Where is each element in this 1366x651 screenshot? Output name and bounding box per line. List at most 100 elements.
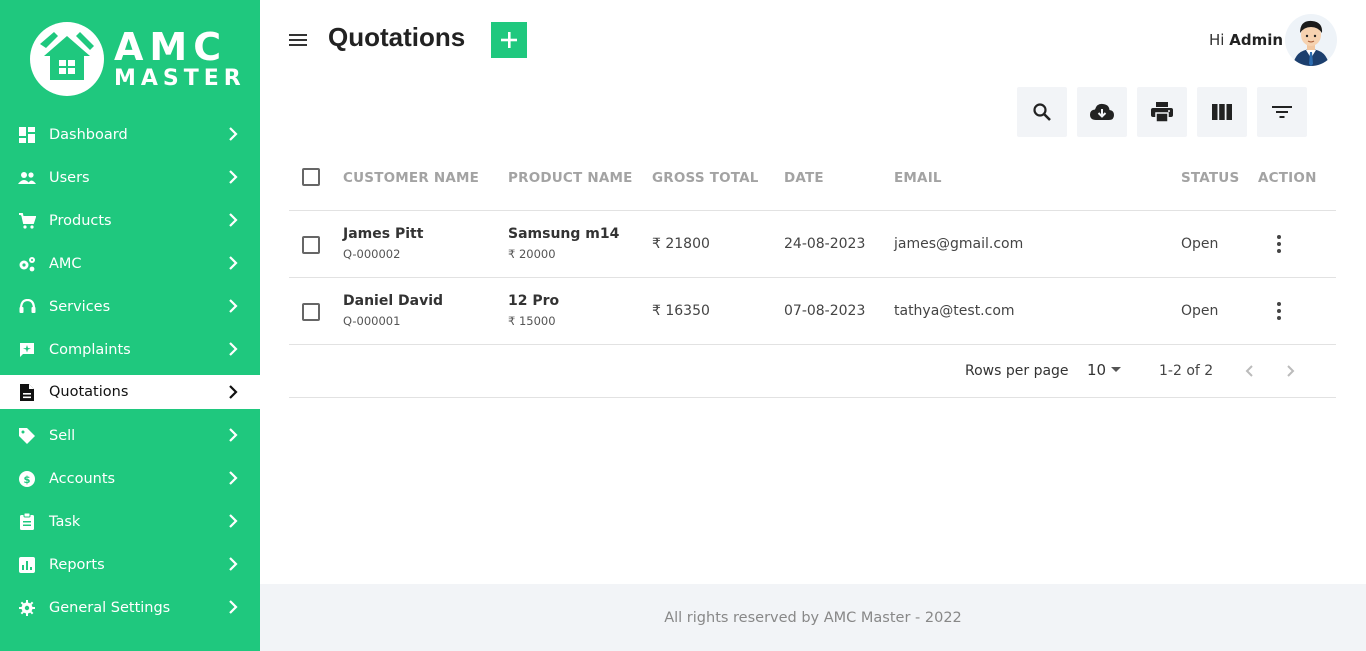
rows-per-page-select[interactable]: 10: [1087, 359, 1123, 383]
sidebar-item-users[interactable]: Users: [0, 156, 260, 199]
brand-line1: AMC: [114, 25, 228, 69]
status-text: Open: [1181, 303, 1219, 319]
sidebar-item-sell[interactable]: Sell: [0, 414, 260, 457]
column-header-date[interactable]: DATE: [784, 170, 824, 186]
gross-total: ₹ 21800: [652, 236, 710, 252]
product-name: Samsung m14: [508, 226, 620, 242]
product-price: ₹ 15000: [508, 314, 556, 328]
chevron-right-icon: [229, 514, 238, 528]
next-page-icon[interactable]: [1280, 361, 1300, 381]
customer-email: james@gmail.com: [894, 236, 1024, 252]
product-name: 12 Pro: [508, 293, 560, 309]
table-pagination: Rows per page 10 1-2 of 2: [289, 345, 1336, 398]
user-greeting: Hi Admin: [1209, 31, 1283, 49]
table-row[interactable]: James Pitt Q-000002 Samsung m14 ₹ 20000 …: [289, 211, 1336, 278]
gear-icon: [18, 599, 36, 617]
download-button[interactable]: [1077, 87, 1127, 137]
column-header-action: ACTION: [1258, 170, 1317, 186]
sidebar-item-label: Products: [49, 212, 112, 229]
sidebar-item-dashboard[interactable]: Dashboard: [0, 113, 260, 156]
sidebar-item-complaints[interactable]: Complaints: [0, 328, 260, 371]
chevron-right-icon: [229, 557, 238, 571]
sidebar-item-task[interactable]: Task: [0, 500, 260, 543]
quotation-id: Q-000002: [343, 247, 401, 261]
feedback-icon: [18, 341, 36, 359]
filter-button[interactable]: [1257, 87, 1307, 137]
chevron-right-icon: [229, 299, 238, 313]
sidebar-item-label: Sell: [49, 427, 76, 444]
download-icon: [1090, 103, 1114, 120]
chevron-right-icon: [229, 385, 238, 399]
users-icon: [18, 169, 36, 187]
sidebar-item-label: Services: [49, 298, 111, 315]
clipboard-icon: [18, 513, 36, 531]
column-header-product-name[interactable]: PRODUCT NAME: [508, 170, 633, 186]
chevron-right-icon: [229, 127, 238, 141]
tag-icon: [18, 427, 36, 445]
row-checkbox[interactable]: [302, 303, 320, 321]
table-row[interactable]: Daniel David Q-000001 12 Pro ₹ 15000 ₹ 1…: [289, 278, 1336, 345]
hamburger-menu-icon[interactable]: [288, 30, 308, 50]
more-vert-icon[interactable]: [1271, 301, 1287, 321]
sidebar: AMC MASTER Dashboard Users Products AMC …: [0, 0, 260, 651]
sidebar-item-label: Complaints: [49, 341, 131, 358]
sidebar-item-label: Accounts: [49, 470, 116, 487]
support-icon: [18, 298, 36, 316]
sidebar-item-services[interactable]: Services: [0, 285, 260, 328]
sidebar-item-label: General Settings: [49, 599, 171, 616]
row-checkbox[interactable]: [302, 236, 320, 254]
previous-page-icon[interactable]: [1240, 361, 1260, 381]
gross-total: ₹ 16350: [652, 303, 710, 319]
svg-text:$: $: [24, 475, 31, 486]
page-title: Quotations: [328, 22, 466, 52]
dollar-icon: $: [18, 470, 36, 488]
cart-icon: [18, 212, 36, 230]
sidebar-item-accounts[interactable]: $ Accounts: [0, 457, 260, 500]
quotation-date: 24-08-2023: [784, 236, 866, 252]
chevron-right-icon: [229, 213, 238, 227]
brand-logo[interactable]: AMC MASTER: [30, 20, 241, 98]
status-text: Open: [1181, 236, 1219, 252]
sidebar-item-label: Dashboard: [49, 126, 128, 143]
gears-icon: [18, 255, 36, 273]
more-vert-icon[interactable]: [1271, 234, 1287, 254]
column-header-status[interactable]: STATUS: [1181, 170, 1239, 186]
page-footer: All rights reserved by AMC Master - 2022: [260, 584, 1366, 651]
print-icon: [1151, 102, 1173, 122]
pagination-range: 1-2 of 2: [1159, 363, 1214, 379]
customer-email: tathya@test.com: [894, 303, 1015, 319]
rows-per-page-value: 10: [1087, 361, 1107, 379]
sidebar-item-quotations[interactable]: Quotations: [0, 375, 260, 409]
columns-icon: [1212, 104, 1232, 120]
sidebar-nav: Dashboard Users Products AMC Services Co…: [0, 113, 260, 629]
sidebar-item-label: Users: [49, 169, 90, 186]
chevron-right-icon: [229, 256, 238, 270]
product-price: ₹ 20000: [508, 247, 556, 261]
print-button[interactable]: [1137, 87, 1187, 137]
search-button[interactable]: [1017, 87, 1067, 137]
sidebar-item-products[interactable]: Products: [0, 199, 260, 242]
column-header-email[interactable]: EMAIL: [894, 170, 942, 186]
avatar[interactable]: [1285, 14, 1337, 66]
view-columns-button[interactable]: [1197, 87, 1247, 137]
quotation-id: Q-000001: [343, 314, 401, 328]
customer-name: James Pitt: [343, 226, 424, 242]
select-all-checkbox[interactable]: [302, 168, 320, 186]
brand-line2: MASTER: [114, 66, 246, 91]
sidebar-item-reports[interactable]: Reports: [0, 543, 260, 586]
column-header-customer-name[interactable]: CUSTOMER NAME: [343, 170, 479, 186]
sidebar-item-general-settings[interactable]: General Settings: [0, 586, 260, 629]
sidebar-item-label: Quotations: [49, 384, 129, 400]
chevron-right-icon: [229, 170, 238, 184]
customer-name: Daniel David: [343, 293, 444, 309]
sidebar-item-label: Task: [49, 513, 81, 530]
sidebar-item-label: Reports: [49, 556, 105, 573]
rows-per-page-label: Rows per page: [965, 363, 1069, 379]
add-quotation-button[interactable]: [491, 22, 527, 58]
sidebar-item-amc[interactable]: AMC: [0, 242, 260, 285]
column-header-gross-total[interactable]: GROSS TOTAL: [652, 170, 759, 186]
chevron-right-icon: [229, 471, 238, 485]
filter-icon: [1272, 106, 1292, 118]
plus-icon: [501, 32, 517, 48]
search-icon: [1033, 103, 1051, 121]
